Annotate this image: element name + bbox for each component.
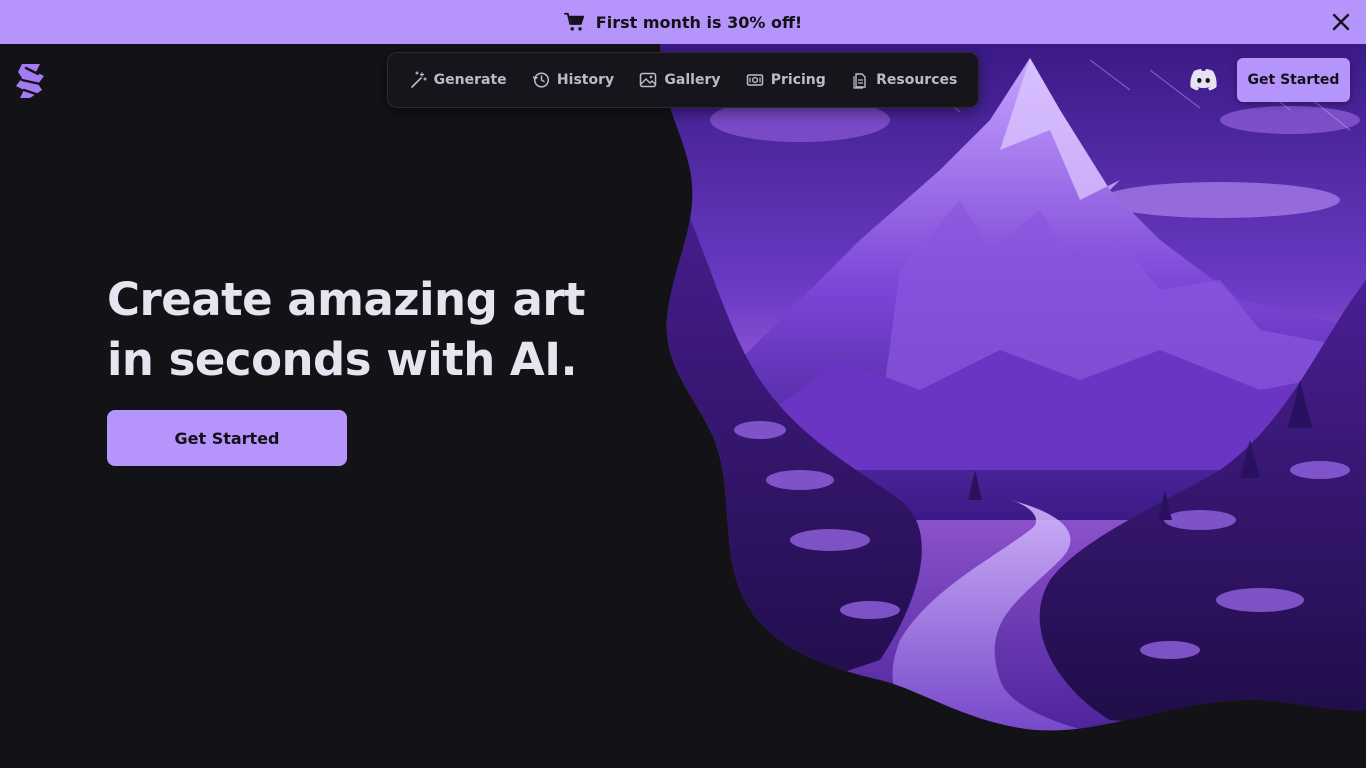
promo-banner: First month is 30% off! [0,0,1366,44]
magic-wand-icon [410,71,427,88]
nav-label: Pricing [770,72,826,88]
hero-get-started-button[interactable]: Get Started [107,410,347,466]
headline-line-2: in seconds with AI. [107,333,578,386]
history-icon [532,72,549,88]
header-get-started-button[interactable]: Get Started [1237,58,1350,102]
nav-history[interactable]: History [532,71,614,89]
nav-label: Resources [876,72,958,88]
nav-generate[interactable]: Generate [409,71,507,89]
nav-resources[interactable]: Resources [851,71,957,89]
image-icon [640,72,657,88]
cart-icon [563,12,584,31]
nav-label: Gallery [664,72,721,88]
money-icon [746,74,763,86]
nav-pricing[interactable]: Pricing [746,71,826,89]
hero-headline: Create amazing art in seconds with AI. [107,270,647,390]
nav-label: Generate [433,72,507,88]
hero-image [660,44,1366,731]
main-nav: Generate History Gallery Pricing Resourc… [387,52,979,108]
document-icon [853,73,866,89]
close-icon[interactable] [1330,11,1352,33]
promo-text: First month is 30% off! [595,12,803,32]
logo-icon[interactable] [14,60,46,100]
nav-gallery[interactable]: Gallery [639,71,720,89]
discord-icon[interactable] [1189,68,1218,92]
nav-label: History [556,72,615,88]
headline-line-1: Create amazing art [107,273,586,326]
